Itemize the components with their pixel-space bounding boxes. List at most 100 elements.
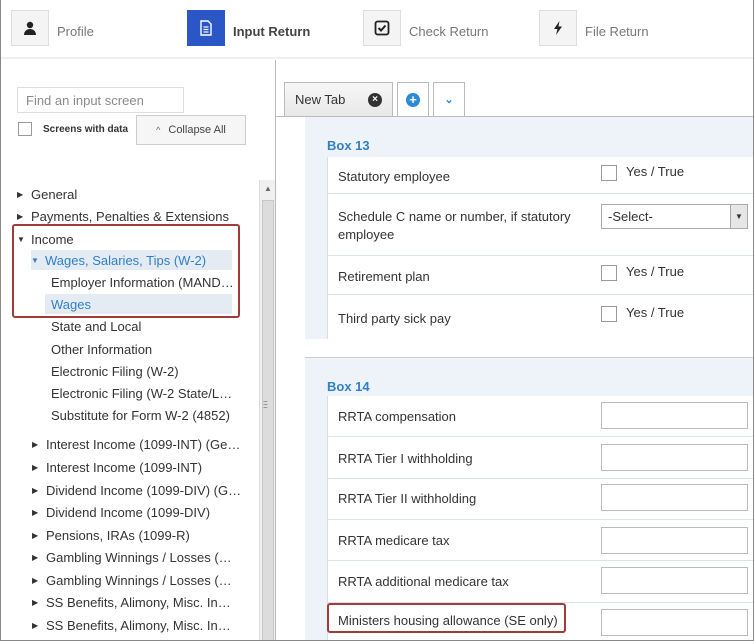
form-row-rrta-medicare: RRTA medicare tax: [328, 520, 753, 561]
tree-item[interactable]: ▶ SS Benefits, Alimony, Misc. In…: [32, 615, 231, 635]
tree-item[interactable]: ▶ Interest Income (1099-INT): [32, 457, 202, 477]
app-frame: Profile Input Return Check Return File R…: [0, 0, 754, 641]
caret-down-icon: ▼: [31, 255, 39, 265]
caret-right-icon: ▶: [32, 597, 39, 607]
tree-item-w2[interactable]: ▼ Wages, Salaries, Tips (W-2): [31, 250, 232, 270]
tree-item[interactable]: ▶ Interest Income (1099-INT) (Ge…: [32, 434, 240, 454]
step-profile[interactable]: Profile: [11, 10, 94, 46]
section-title: Box 14: [327, 379, 370, 394]
box13-section: Box 13 Statutory employee Yes / True Sch…: [305, 117, 753, 339]
rrta-medicare-input[interactable]: [601, 527, 748, 554]
person-icon: [11, 10, 49, 46]
tree-scrollbar[interactable]: ▲ − − −: [259, 180, 275, 640]
plus-icon: +: [406, 92, 420, 107]
checkbox-label: Yes / True: [626, 264, 685, 279]
sidebar: Screens with data ^ Collapse All ▶Genera…: [3, 60, 275, 640]
rrta-additional-medicare-input[interactable]: [601, 567, 748, 594]
screens-with-data-checkbox[interactable]: [18, 122, 32, 136]
scroll-up-icon[interactable]: ▲: [264, 184, 272, 193]
field-label: RRTA Tier I withholding: [338, 451, 473, 466]
rrta-tier1-input[interactable]: [601, 444, 748, 471]
collapse-all-button[interactable]: ^ Collapse All: [136, 115, 246, 145]
box13-rows: Statutory employee Yes / True Schedule C…: [327, 157, 753, 339]
tab-new-tab[interactable]: New Tab ×: [284, 82, 393, 116]
tree-item[interactable]: ▶ Dividend Income (1099-DIV) (G…: [32, 480, 241, 500]
form-content: Box 13 Statutory employee Yes / True Sch…: [276, 117, 753, 640]
checkbox-label: Yes / True: [626, 305, 685, 320]
tree-item[interactable]: ▶ General: [17, 184, 77, 204]
tree-item[interactable]: ▶ Pensions, IRAs (1099-R): [32, 525, 190, 545]
caret-right-icon: ▶: [17, 189, 24, 199]
form-row-rrta-tier1: RRTA Tier I withholding: [328, 437, 753, 479]
retirement-checkbox[interactable]: [601, 265, 617, 281]
tab-label: New Tab: [295, 92, 346, 107]
field-label: Ministers housing allowance (SE only): [338, 613, 558, 628]
caret-right-icon: ▶: [32, 530, 39, 540]
schedule-c-select[interactable]: -Select- ▼: [601, 204, 748, 229]
form-row-third-party: Third party sick pay Yes / True: [328, 295, 753, 339]
step-input-return[interactable]: Input Return: [187, 10, 310, 46]
tree-item[interactable]: Electronic Filing (W-2 State/L…: [51, 383, 232, 403]
tree-item[interactable]: ▶ Dividend Income (1099-DIV): [32, 502, 210, 522]
box14-section: Box 14 RRTA compensation RRTA Tier I wit…: [305, 358, 753, 640]
lightning-icon: [539, 10, 577, 46]
step-bar: Profile Input Return Check Return File R…: [1, 0, 753, 58]
caret-right-icon: ▶: [32, 462, 39, 472]
step-label: Input Return: [233, 23, 311, 39]
tree-item[interactable]: ▶ SS Benefits, Alimony, Misc. In…: [32, 592, 231, 612]
tree-item[interactable]: Employer Information (MAND…: [51, 272, 234, 292]
field-label: Schedule C name or number, if statutory …: [338, 209, 571, 242]
rrta-compensation-input[interactable]: [601, 402, 748, 429]
topbar-divider: [1, 57, 753, 59]
step-check-return[interactable]: Check Return: [363, 10, 488, 46]
document-icon: [187, 10, 225, 46]
form-row-retirement: Retirement plan Yes / True: [328, 256, 753, 295]
section-title: Box 13: [327, 138, 370, 153]
form-row-rrta-add-medicare: RRTA additional medicare tax: [328, 561, 753, 603]
tree-item[interactable]: ▶ Gambling Winnings / Losses (…: [32, 547, 232, 567]
step-label: Check Return: [409, 23, 489, 39]
ministers-housing-input[interactable]: [601, 609, 748, 636]
form-row-statutory: Statutory employee Yes / True: [328, 157, 753, 194]
close-icon[interactable]: ×: [368, 92, 382, 107]
field-label: Statutory employee: [338, 169, 451, 184]
chevron-up-icon: ^: [156, 125, 161, 135]
statutory-checkbox[interactable]: [601, 165, 617, 181]
box14-rows: RRTA compensation RRTA Tier I withholdin…: [327, 396, 753, 640]
field-label: RRTA medicare tax: [338, 533, 450, 548]
tree-item[interactable]: Electronic Filing (W-2): [51, 361, 179, 381]
field-label: RRTA additional medicare tax: [338, 574, 509, 589]
tree-item[interactable]: Substitute for Form W-2 (4852): [51, 405, 230, 425]
caret-right-icon: ▶: [32, 507, 39, 517]
form-row-rrta-tier2: RRTA Tier II withholding: [328, 479, 753, 520]
form-row-rrta-comp: RRTA compensation: [328, 396, 753, 437]
rrta-tier2-input[interactable]: [601, 484, 748, 511]
tree-item[interactable]: Other Information: [51, 339, 152, 359]
field-label: RRTA compensation: [338, 409, 457, 424]
checkbox-label: Yes / True: [626, 164, 685, 179]
caret-right-icon: ▶: [17, 211, 24, 221]
search-input[interactable]: [17, 87, 184, 113]
field-label: Third party sick pay: [338, 311, 451, 326]
step-label: Profile: [57, 23, 94, 39]
tree-item-wages[interactable]: Wages: [45, 294, 232, 314]
screens-with-data-label: Screens with data: [43, 124, 129, 135]
form-row-schedule-c: Schedule C name or number, if statutory …: [328, 194, 753, 256]
caret-right-icon: ▶: [32, 485, 39, 495]
tab-menu-button[interactable]: ⌄: [433, 82, 465, 116]
grip-icon: − − −: [263, 397, 268, 412]
scrollbar-thumb[interactable]: [262, 200, 274, 640]
add-tab-button[interactable]: +: [397, 82, 429, 116]
tree-item[interactable]: State and Local: [51, 316, 141, 336]
dropdown-arrow-icon: ▼: [730, 205, 747, 228]
tree-item[interactable]: ▶ Gambling Winnings / Losses (…: [32, 570, 232, 590]
caret-right-icon: ▶: [32, 620, 39, 630]
field-label: Retirement plan: [338, 269, 430, 284]
step-label: File Return: [585, 23, 649, 39]
tree-item[interactable]: ▶ Payments, Penalties & Extensions: [17, 206, 229, 226]
tree-item-income[interactable]: ▼ Income: [17, 229, 74, 249]
step-file-return[interactable]: File Return: [539, 10, 649, 46]
form-row-ministers: Ministers housing allowance (SE only): [328, 603, 753, 640]
caret-right-icon: ▶: [32, 552, 39, 562]
third-party-checkbox[interactable]: [601, 306, 617, 322]
